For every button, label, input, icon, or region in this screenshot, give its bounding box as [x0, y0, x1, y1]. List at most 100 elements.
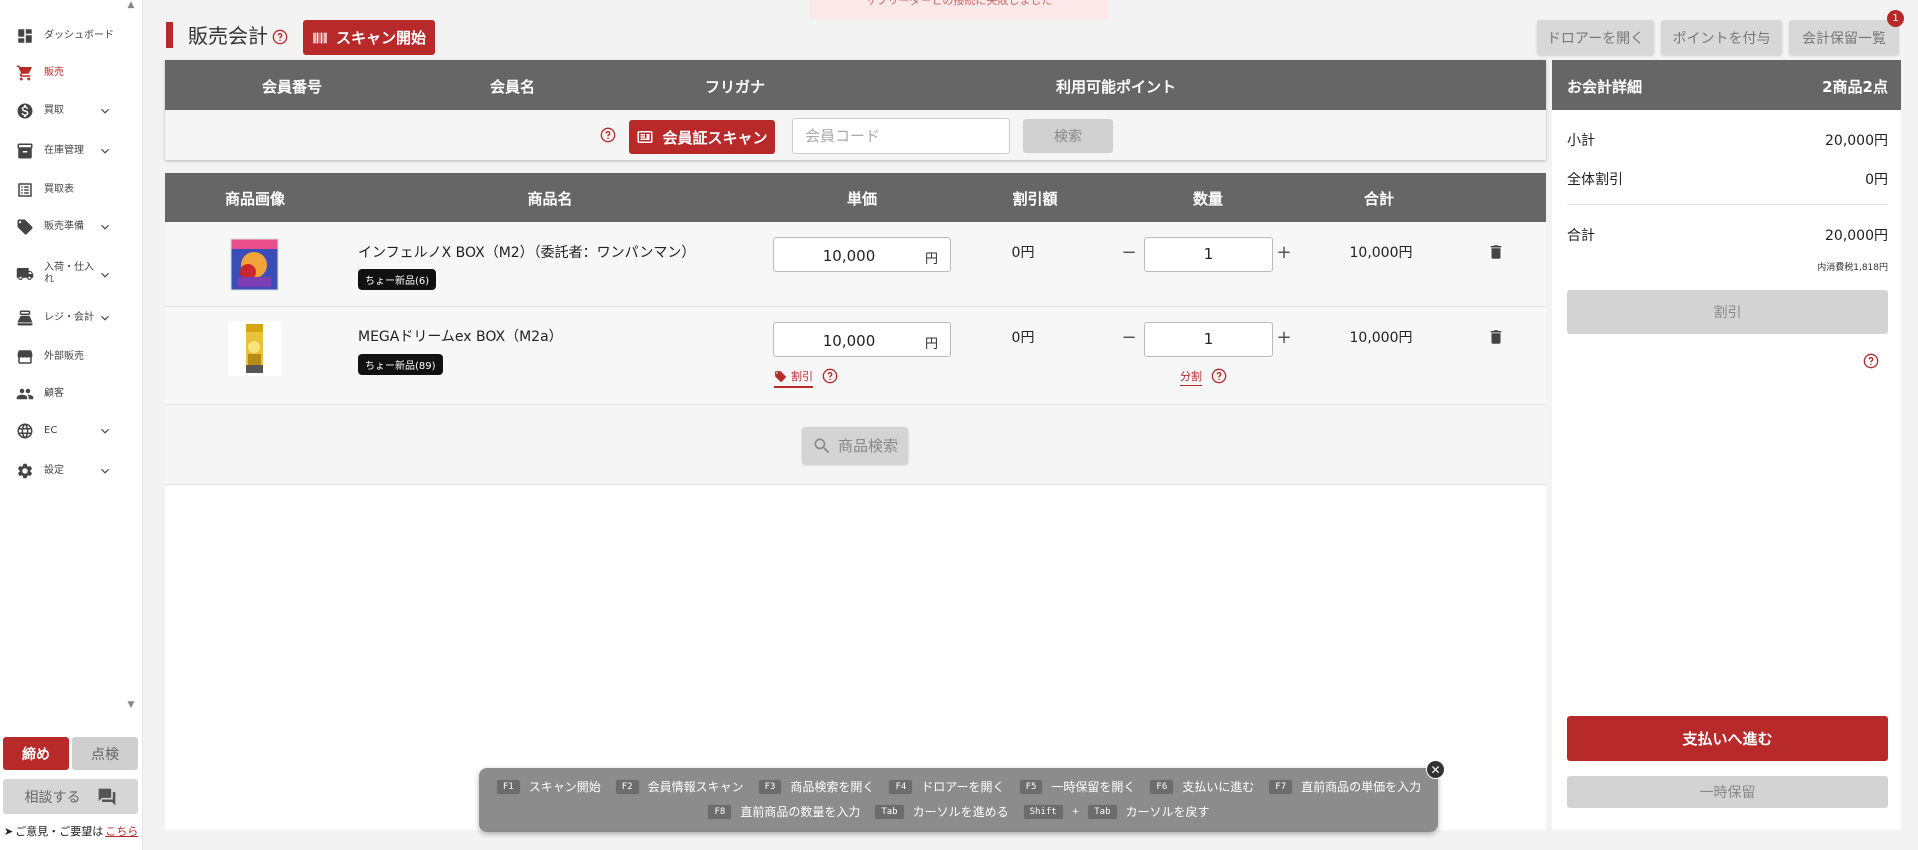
member-col-name: 会員名 — [490, 78, 536, 96]
product-search-button[interactable]: 商品検索 — [802, 427, 908, 464]
sidebar-item-arrivals[interactable]: 入荷・仕入れ — [0, 260, 130, 288]
shortcut-label: カーソルを進める — [912, 805, 1009, 819]
shortcut-item: F7 直前商品の単価を入力 — [1268, 778, 1421, 795]
product-name: MEGAドリームex BOX（M2a） — [358, 329, 563, 345]
product-table-header: 商品画像 商品名 単価 割引額 数量 合計 — [165, 173, 1546, 222]
close-day-button[interactable]: 締め — [3, 737, 69, 770]
member-search-button[interactable]: 検索 — [1023, 119, 1113, 153]
shortcut-item: F4 ドロアーを開く — [888, 778, 1005, 795]
split-link[interactable]: 分割 — [1180, 368, 1202, 386]
sidebar-item-customers[interactable]: 顧客 — [0, 382, 130, 406]
checkout-panel: お会計詳細 2商品2点 小計 20,000円 全体割引 0円 合計 20,000… — [1552, 60, 1901, 830]
shortcut-item: F5 一時保留を開く — [1018, 778, 1136, 795]
register-icon — [16, 309, 34, 327]
key-label: Tab — [874, 803, 905, 820]
trash-icon[interactable] — [1487, 327, 1505, 347]
sidebar-item-buyback[interactable]: 買取 — [0, 99, 130, 123]
tag-icon — [774, 370, 787, 383]
unit-price-suffix: 円 — [924, 337, 938, 352]
tax-note: 内消費税1,818円 — [1817, 263, 1888, 273]
item-discount-link[interactable]: 割引 — [774, 368, 813, 388]
key-label: F1 — [495, 778, 521, 795]
close-icon[interactable]: ✕ — [1426, 760, 1445, 779]
product-image — [230, 238, 279, 291]
store-icon — [16, 348, 34, 366]
total-line: 合計 20,000円 — [1567, 225, 1888, 245]
discount-amount: 0円 — [1011, 245, 1035, 261]
shortcut-label: 直前商品の数量を入力 — [740, 805, 861, 819]
scroll-up-icon[interactable]: ▲ — [126, 0, 136, 10]
chevron-down-icon — [98, 103, 112, 117]
quantity-input[interactable]: 1 — [1144, 237, 1273, 272]
help-icon[interactable] — [822, 368, 838, 384]
shortcut-label: スキャン開始 — [528, 780, 601, 794]
sidebar-item-label: 在庫管理 — [44, 145, 84, 156]
search-icon — [812, 436, 832, 456]
sidebar-item-sales[interactable]: 販売 — [0, 61, 130, 85]
feedback-text: ご意見・ご要望は — [15, 825, 104, 838]
member-code-input[interactable] — [792, 118, 1010, 154]
sidebar-item-label: ダッシュボード — [44, 30, 114, 41]
sidebar-item-label: 販売 — [44, 67, 64, 78]
key-label: F8 — [707, 803, 733, 820]
unit-price-input[interactable]: 10,000 円 — [773, 237, 951, 272]
hold-button[interactable]: 一時保留 — [1567, 776, 1888, 808]
unit-price-input[interactable]: 10,000 円 — [773, 322, 951, 357]
dashboard-icon — [16, 27, 34, 45]
sidebar-item-dashboard[interactable]: ダッシュボード — [0, 24, 130, 48]
shortcut-label: 会員情報スキャン — [647, 780, 744, 794]
help-icon[interactable] — [600, 127, 616, 143]
sidebar-item-register[interactable]: レジ・会計 — [0, 306, 130, 330]
sidebar-item-label: レジ・会計 — [44, 312, 94, 323]
consult-button[interactable]: 相談する — [3, 779, 138, 814]
shortcut-line: F8 直前商品の数量を入力 Tab カーソルを進める Shift + Tab カーソルを戻… — [479, 803, 1438, 820]
sidebar-item-buy-table[interactable]: 買取表 — [0, 178, 130, 202]
sidebar-item-inventory[interactable]: 在庫管理 — [0, 139, 130, 163]
key-label: Tab — [1087, 803, 1118, 820]
barcode-icon — [312, 30, 328, 46]
open-drawer-button[interactable]: ドロアーを開く — [1537, 20, 1654, 55]
subtotal-line: 小計 20,000円 — [1567, 130, 1888, 150]
tag-icon — [16, 218, 34, 236]
member-card-scan-button[interactable]: 会員証スキャン — [629, 120, 775, 154]
quantity-decrement-button[interactable]: − — [1121, 327, 1137, 348]
help-icon[interactable] — [272, 29, 288, 45]
proceed-payment-button[interactable]: 支払いへ進む — [1567, 716, 1888, 761]
member-col-points: 利用可能ポイント — [1056, 78, 1177, 96]
help-icon[interactable] — [1211, 368, 1227, 384]
sidebar-item-settings[interactable]: 設定 — [0, 459, 130, 483]
shortcut-item: F8 直前商品の数量を入力 — [707, 803, 860, 820]
feedback-line: ➤ ご意見・ご要望は こちら — [4, 823, 138, 839]
grant-points-button[interactable]: ポイントを付与 — [1661, 20, 1782, 55]
quantity-increment-button[interactable]: + — [1276, 242, 1292, 263]
feedback-link[interactable]: こちら — [105, 823, 138, 839]
unit-price-value: 10,000 — [822, 247, 876, 265]
sidebar-item-ec[interactable]: EC — [0, 419, 130, 443]
check-button[interactable]: 点検 — [72, 737, 138, 770]
help-icon[interactable] — [1863, 353, 1879, 369]
trash-icon[interactable] — [1487, 242, 1505, 262]
item-discount-label: 割引 — [791, 370, 813, 383]
shortcut-label: ドロアーを開く — [921, 780, 1005, 794]
sidebar-item-sales-prep[interactable]: 販売準備 — [0, 215, 130, 239]
scan-start-button[interactable]: スキャン開始 — [303, 20, 435, 55]
scroll-down-icon[interactable]: ▼ — [126, 700, 136, 710]
title-accent-bar — [166, 22, 173, 48]
quantity-increment-button[interactable]: + — [1276, 327, 1292, 348]
sidebar-item-external-sales[interactable]: 外部販売 — [0, 345, 130, 369]
discount-button[interactable]: 割引 — [1567, 290, 1888, 334]
archive-icon — [16, 142, 34, 160]
sidebar-item-label: 販売準備 — [44, 221, 84, 232]
shortcut-label: 商品検索を開く — [790, 780, 875, 794]
chevron-down-icon — [98, 267, 112, 281]
hold-list-button[interactable]: 会計保留一覧 — [1789, 20, 1899, 55]
quantity-decrement-button[interactable]: − — [1121, 242, 1137, 263]
hold-count-badge: 1 — [1887, 10, 1904, 27]
caret-right-icon: ➤ — [4, 824, 14, 838]
shortcut-item: Shift + Tab カーソルを戻す — [1022, 803, 1210, 820]
key-label: Shift — [1022, 803, 1064, 820]
quantity-input[interactable]: 1 — [1144, 322, 1273, 357]
shortcut-label: 一時保留を開く — [1051, 780, 1136, 794]
consult-label: 相談する — [24, 789, 81, 806]
col-total: 合計 — [1363, 190, 1395, 208]
